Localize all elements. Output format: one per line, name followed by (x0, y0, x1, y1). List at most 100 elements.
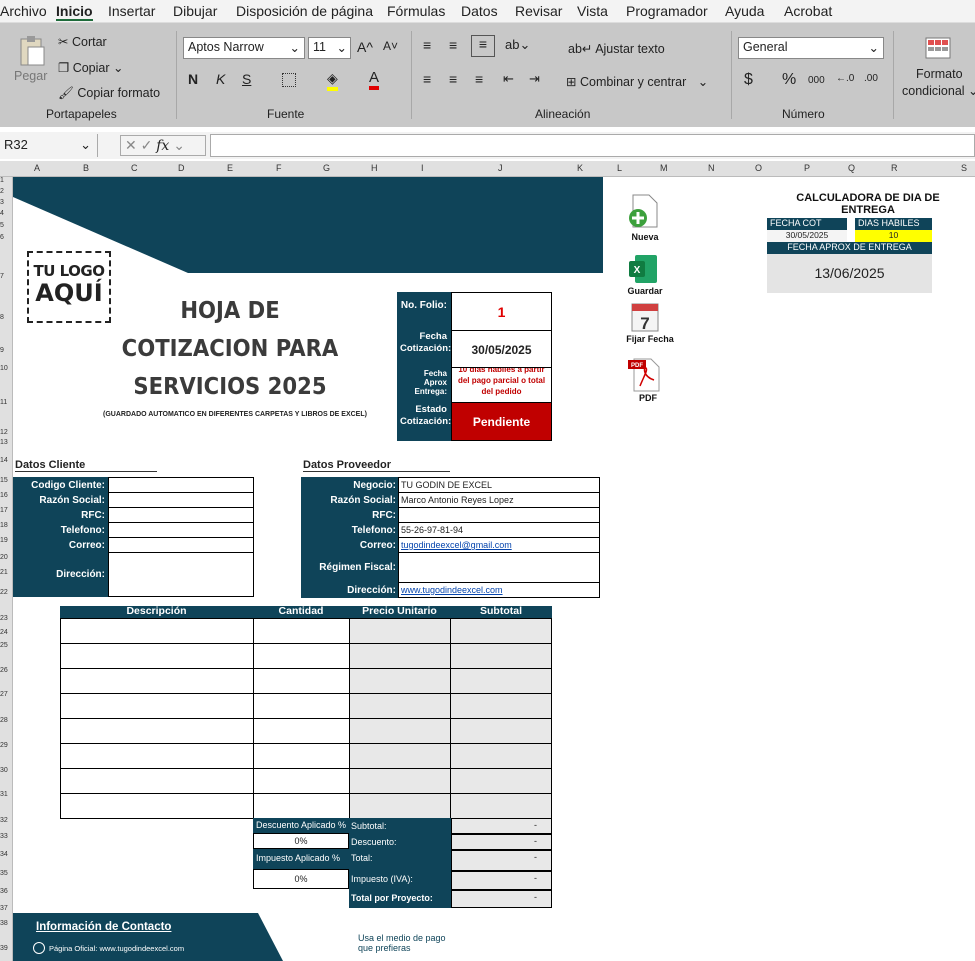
orientation-icon[interactable]: ab⌄ (505, 37, 530, 53)
menu-programador[interactable]: Programador (626, 3, 708, 19)
row-header[interactable]: 27 (0, 691, 8, 698)
menu-vista[interactable]: Vista (577, 3, 608, 19)
fecha-cot-value[interactable]: 30/05/2025 (451, 330, 552, 368)
table-cell[interactable] (450, 793, 552, 819)
row-header[interactable]: 33 (0, 833, 8, 840)
paste-icon[interactable] (18, 35, 46, 67)
proveedor-rfc-input[interactable] (398, 507, 600, 523)
row-header[interactable]: 1 (0, 177, 4, 184)
number-format-select[interactable]: General ⌄ (738, 37, 884, 59)
menu-insertar[interactable]: Insertar (108, 3, 155, 19)
increase-decimal-icon[interactable]: ←.0 (836, 73, 854, 84)
decrease-decimal-icon[interactable]: .00 (864, 73, 878, 84)
table-cell[interactable] (450, 743, 552, 769)
align-top-icon[interactable]: ≡ (423, 37, 431, 53)
thousands-icon[interactable]: 000 (808, 75, 825, 86)
enter-icon[interactable]: ✓ (141, 137, 153, 153)
row-header[interactable]: 2 (0, 188, 4, 195)
table-cell[interactable] (60, 743, 254, 769)
menu-ayuda[interactable]: Ayuda (725, 3, 764, 19)
shrink-font-icon[interactable]: A˅ (383, 39, 398, 53)
align-left-icon[interactable]: ≡ (423, 71, 431, 87)
proveedor-razon-input[interactable]: Marco Antonio Reyes Lopez (398, 492, 600, 508)
proveedor-direccion-link[interactable]: www.tugodindeexcel.com (401, 585, 503, 595)
table-cell[interactable] (450, 668, 552, 694)
menu-dibujar[interactable]: Dibujar (173, 3, 217, 19)
table-cell[interactable] (253, 668, 350, 694)
calc-dias-value[interactable]: 10 (855, 230, 932, 242)
contact-web[interactable]: Página Oficial: www.tugodindeexcel.com (49, 944, 184, 953)
cliente-correo-input[interactable] (108, 537, 254, 553)
row-header[interactable]: 38 (0, 920, 8, 927)
excel-save-icon[interactable]: X (627, 253, 659, 285)
row-header[interactable]: 21 (0, 569, 8, 576)
estado-value[interactable]: Pendiente (451, 402, 552, 441)
font-size-select[interactable]: 11 ⌄ (308, 37, 351, 59)
row-header[interactable]: 16 (0, 492, 8, 499)
format-painter-button[interactable]: 🖌 Copiar formato (58, 86, 160, 101)
row-header[interactable]: 24 (0, 629, 8, 636)
proveedor-direccion-input[interactable]: www.tugodindeexcel.com (398, 582, 600, 598)
row-header[interactable]: 26 (0, 667, 8, 674)
row-header[interactable]: 29 (0, 742, 8, 749)
row-header[interactable]: 18 (0, 522, 8, 529)
table-cell[interactable] (349, 643, 451, 669)
calendar-icon[interactable]: 7 (630, 301, 660, 333)
column-header[interactable]: K (577, 163, 583, 173)
column-header[interactable]: M (660, 163, 668, 173)
percent-icon[interactable]: % (782, 71, 796, 89)
table-cell[interactable] (349, 793, 451, 819)
table-cell[interactable] (450, 693, 552, 719)
table-cell[interactable] (253, 768, 350, 794)
column-header[interactable]: E (227, 163, 233, 173)
menu-acrobat[interactable]: Acrobat (784, 3, 832, 19)
table-cell[interactable] (60, 668, 254, 694)
name-box[interactable]: R32 ⌄ (0, 134, 98, 157)
table-cell[interactable] (450, 643, 552, 669)
row-header[interactable]: 15 (0, 477, 8, 484)
table-cell[interactable] (450, 718, 552, 744)
row-header[interactable]: 39 (0, 945, 8, 952)
table-cell[interactable] (349, 768, 451, 794)
table-cell[interactable] (253, 718, 350, 744)
borders-icon[interactable] (282, 73, 296, 87)
cliente-razon-input[interactable] (108, 492, 254, 508)
align-middle-icon[interactable]: ≡ (449, 37, 457, 53)
cut-button[interactable]: ✂ Cortar (58, 34, 107, 49)
column-header[interactable]: B (83, 163, 89, 173)
table-cell[interactable] (60, 718, 254, 744)
table-cell[interactable] (253, 693, 350, 719)
align-right-icon[interactable]: ≡ (475, 71, 483, 87)
pdf-icon[interactable]: PDF (628, 358, 662, 392)
currency-icon[interactable]: $ (744, 71, 753, 89)
align-center-icon[interactable]: ≡ (449, 71, 457, 87)
row-header[interactable]: 37 (0, 905, 8, 912)
menu-archivo[interactable]: Archivo (0, 3, 47, 19)
cliente-telefono-input[interactable] (108, 522, 254, 538)
table-cell[interactable] (349, 618, 451, 644)
merge-center-button[interactable]: ⊞ Combinar y centrar ⌄ (566, 74, 708, 89)
descuento-input[interactable]: 0% (253, 833, 349, 849)
table-cell[interactable] (253, 618, 350, 644)
cliente-direccion-input[interactable] (108, 552, 254, 597)
column-header[interactable]: A (34, 163, 40, 173)
new-file-icon[interactable] (627, 193, 661, 229)
row-header[interactable]: 13 (0, 439, 8, 446)
fill-color-icon[interactable]: ◈ (327, 70, 338, 91)
table-cell[interactable] (349, 693, 451, 719)
underline-icon[interactable]: S (242, 71, 251, 87)
row-header[interactable]: 22 (0, 589, 8, 596)
copy-button[interactable]: ❐ Copiar ⌄ (58, 60, 124, 75)
row-header[interactable]: 36 (0, 888, 8, 895)
function-icon[interactable]: fx (156, 138, 169, 154)
row-header[interactable]: 20 (0, 554, 8, 561)
bold-icon[interactable]: N (188, 71, 198, 87)
column-header[interactable]: P (804, 163, 810, 173)
table-cell[interactable] (349, 718, 451, 744)
menu-disposicion[interactable]: Disposición de página (236, 3, 373, 19)
row-header[interactable]: 7 (0, 273, 4, 280)
fecha-aprox-value[interactable]: 10 dias habiles a partir del pago parcia… (451, 367, 552, 403)
table-cell[interactable] (450, 768, 552, 794)
menu-revisar[interactable]: Revisar (515, 3, 562, 19)
row-header[interactable]: 35 (0, 870, 8, 877)
